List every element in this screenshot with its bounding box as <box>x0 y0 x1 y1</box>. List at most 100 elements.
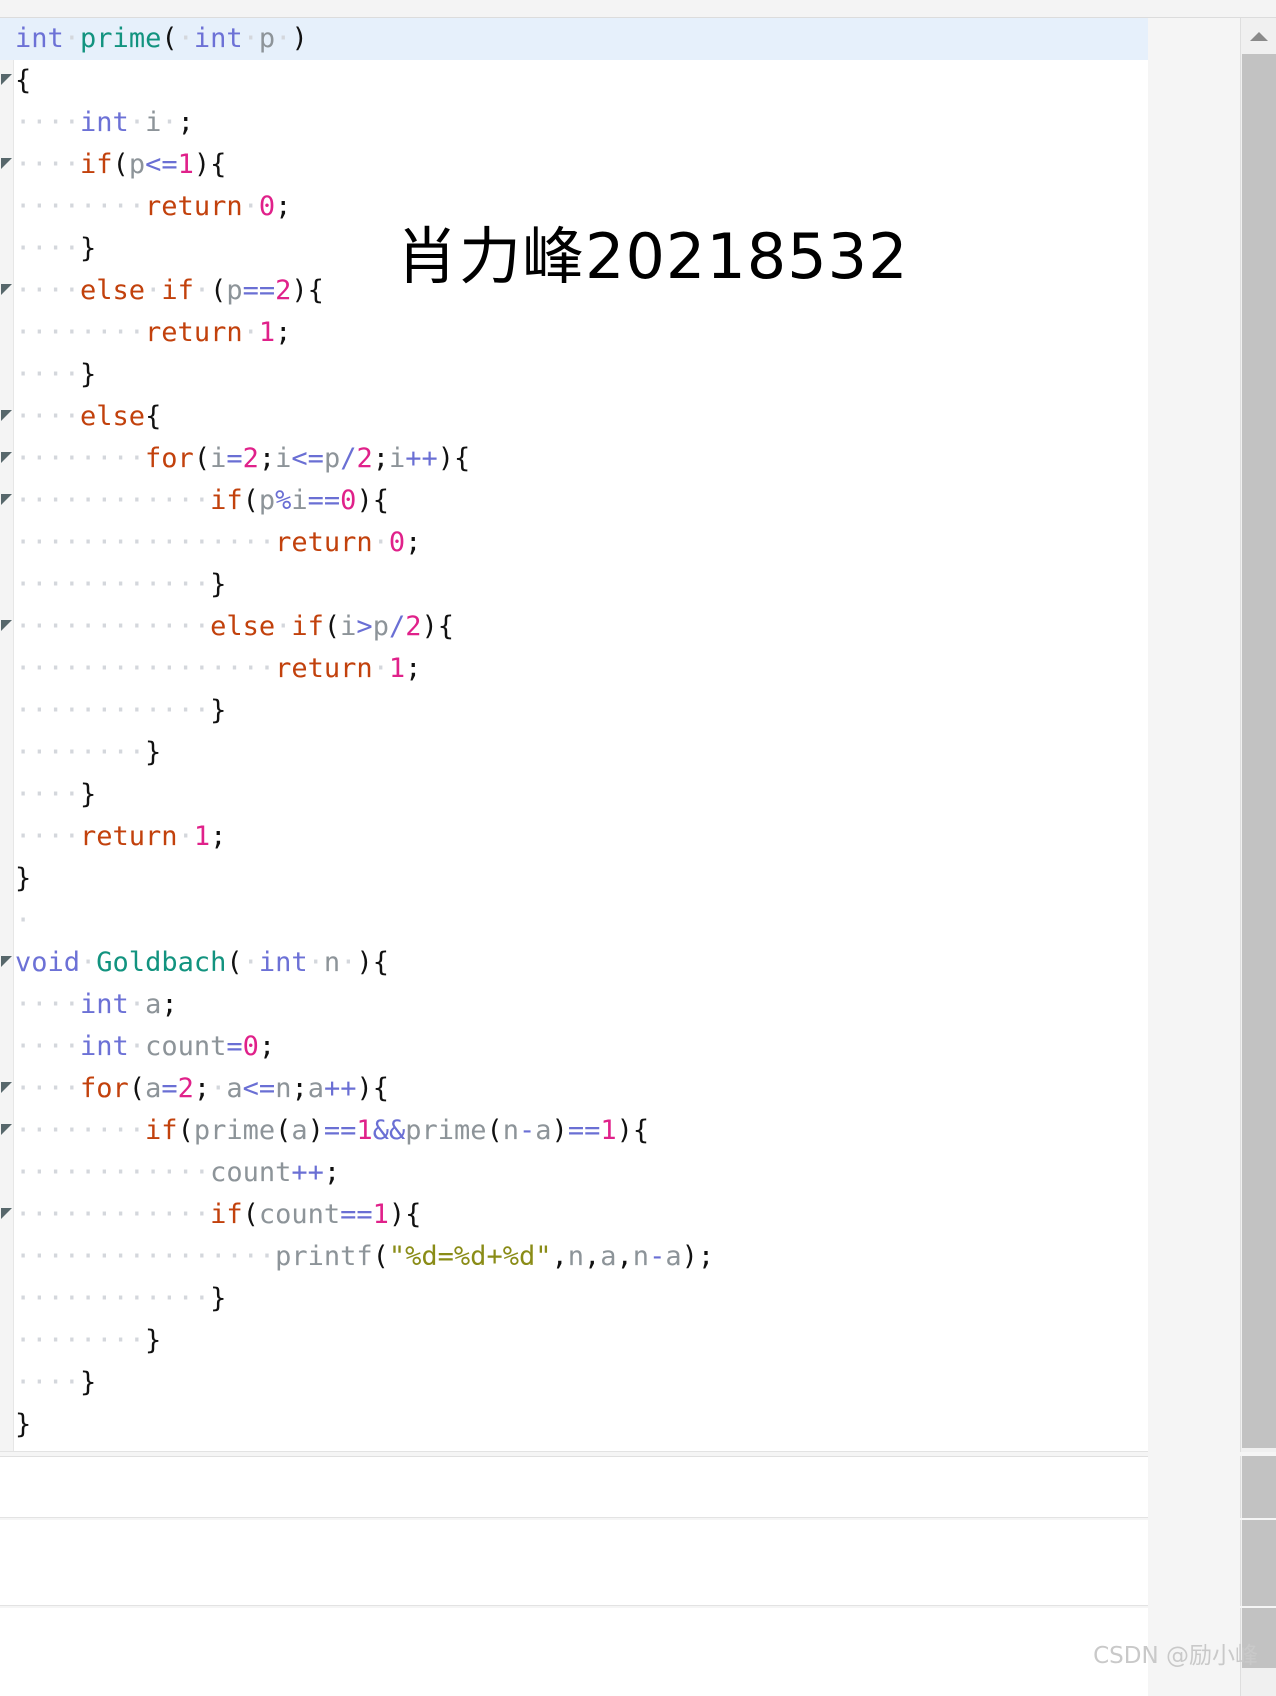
code-line[interactable]: ····} <box>15 774 1148 816</box>
code-fold-triangle-icon[interactable] <box>0 1194 14 1236</box>
code-token-ws: · <box>161 107 178 138</box>
code-token-kw: else <box>210 611 276 642</box>
code-line[interactable]: ············} <box>15 1278 1148 1320</box>
scrollbar-thumb[interactable] <box>1242 54 1276 1448</box>
code-token-punc: ( <box>161 23 178 54</box>
code-token-op: - <box>649 1241 666 1272</box>
code-folding-gutter[interactable] <box>0 18 14 1451</box>
code-token-var: a <box>145 989 162 1020</box>
code-token-punc: ; <box>258 1031 276 1062</box>
code-line[interactable]: ············if(count==1){ <box>15 1194 1148 1236</box>
code-token-op: == <box>567 1115 601 1146</box>
secondary-pane-middle-scrollbar[interactable] <box>1240 1520 1276 1606</box>
code-fold-triangle-icon[interactable] <box>0 942 14 984</box>
code-fold-triangle-icon[interactable] <box>0 480 14 522</box>
code-line[interactable]: ········for(i=2;i<=p/2;i++){ <box>15 438 1148 480</box>
scroll-up-arrow-icon[interactable] <box>1241 18 1276 54</box>
secondary-pane-middle[interactable] <box>0 1520 1148 1606</box>
code-token-punc: ){ <box>193 149 227 180</box>
code-token-kw: if <box>145 1115 178 1146</box>
code-line[interactable]: ········} <box>15 732 1148 774</box>
code-fold-triangle-icon[interactable] <box>0 60 14 102</box>
code-line[interactable]: ············count++; <box>15 1152 1148 1194</box>
code-token-op: ++ <box>405 443 438 474</box>
code-token-kw: else <box>80 401 146 432</box>
editor-top-border <box>0 0 1276 18</box>
code-token-punc: ( <box>226 947 243 978</box>
code-line[interactable]: ····else{ <box>15 396 1148 438</box>
code-line[interactable]: ····int·i·; <box>15 102 1148 144</box>
code-token-var: a <box>665 1241 682 1272</box>
code-line[interactable]: } <box>15 1404 1148 1446</box>
code-token-punc: ) <box>307 1115 324 1146</box>
code-fold-triangle-icon[interactable] <box>0 270 14 312</box>
secondary-pane-lower[interactable] <box>0 1608 1148 1696</box>
code-line[interactable]: ····int·count=0; <box>15 1026 1148 1068</box>
code-line[interactable]: ····if(p<=1){ <box>15 144 1148 186</box>
code-line[interactable]: ············} <box>15 690 1148 732</box>
code-line[interactable]: ················printf("%d=%d+%d",n,a,n-… <box>15 1236 1148 1278</box>
code-token-var: i <box>275 443 292 474</box>
scrollbar-thumb[interactable] <box>1242 1456 1276 1518</box>
code-token-ws: ········ <box>15 317 146 348</box>
code-line[interactable]: } <box>15 858 1148 900</box>
code-token-ws: · <box>145 275 162 306</box>
code-line[interactable]: { <box>15 60 1148 102</box>
code-token-op: % <box>275 485 292 516</box>
code-token-ws: · <box>275 23 292 54</box>
code-line[interactable]: ····for(a=2;·a<=n;a++){ <box>15 1068 1148 1110</box>
code-token-ws: ···· <box>15 1031 81 1062</box>
code-line[interactable]: ····} <box>15 1362 1148 1404</box>
secondary-pane-upper[interactable] <box>0 1456 1148 1518</box>
code-line[interactable]: ········} <box>15 1320 1148 1362</box>
code-fold-triangle-icon[interactable] <box>0 396 14 438</box>
code-line[interactable]: ····return·1; <box>15 816 1148 858</box>
code-token-var: i <box>291 485 308 516</box>
code-token-var: prime <box>405 1115 487 1146</box>
code-line[interactable]: ············else·if(i>p/2){ <box>15 606 1148 648</box>
code-token-var: i <box>389 443 406 474</box>
code-token-punc: ; <box>275 191 292 222</box>
code-fold-triangle-icon[interactable] <box>0 606 14 648</box>
code-token-punc: ){ <box>356 1073 390 1104</box>
code-token-ws: ············ <box>15 611 211 642</box>
code-token-op: = <box>226 1031 243 1062</box>
code-token-punc: ; <box>323 1157 341 1188</box>
code-line[interactable]: ················return·0; <box>15 522 1148 564</box>
code-token-num: 1 <box>193 821 211 852</box>
code-line[interactable]: ····int·a; <box>15 984 1148 1026</box>
code-token-num: 1 <box>600 1115 617 1146</box>
code-token-num: 2 <box>275 275 292 306</box>
code-token-punc: ) <box>551 1115 568 1146</box>
code-line[interactable]: ········return·1; <box>15 312 1148 354</box>
code-token-var: a <box>535 1115 552 1146</box>
vertical-scrollbar[interactable] <box>1240 18 1276 1452</box>
code-token-ws: ···· <box>15 1073 81 1104</box>
code-token-ws: ················ <box>15 1241 276 1272</box>
code-token-ws: ···· <box>15 779 81 810</box>
code-fold-triangle-icon[interactable] <box>0 1110 14 1152</box>
scrollbar-thumb[interactable] <box>1242 1520 1276 1606</box>
code-line[interactable]: ············} <box>15 564 1148 606</box>
code-line[interactable]: ················return·1; <box>15 648 1148 690</box>
code-token-punc: ){ <box>356 485 389 516</box>
code-token-var: i <box>145 107 162 138</box>
code-line[interactable]: int·prime(·int·p·) <box>0 18 1148 60</box>
secondary-pane-upper-scrollbar[interactable] <box>1240 1456 1276 1518</box>
code-line[interactable]: ············if(p%i==0){ <box>15 480 1148 522</box>
code-token-ws: ········ <box>15 191 146 222</box>
code-token-punc: } <box>80 1367 97 1398</box>
code-token-num: 2 <box>242 443 259 474</box>
code-token-punc: ; <box>405 527 422 558</box>
code-token-kw: return <box>275 653 373 684</box>
code-token-punc: } <box>80 779 97 810</box>
code-fold-triangle-icon[interactable] <box>0 144 14 186</box>
code-token-num: 1 <box>388 653 406 684</box>
code-line[interactable]: · <box>15 900 1148 942</box>
code-line[interactable]: ········if(prime(a)==1&&prime(n-a)==1){ <box>15 1110 1148 1152</box>
code-fold-triangle-icon[interactable] <box>0 438 14 480</box>
code-token-punc: ){ <box>291 275 324 306</box>
code-fold-triangle-icon[interactable] <box>0 1068 14 1110</box>
code-line[interactable]: ····} <box>15 354 1148 396</box>
code-line[interactable]: void·Goldbach(·int·n·){ <box>15 942 1148 984</box>
